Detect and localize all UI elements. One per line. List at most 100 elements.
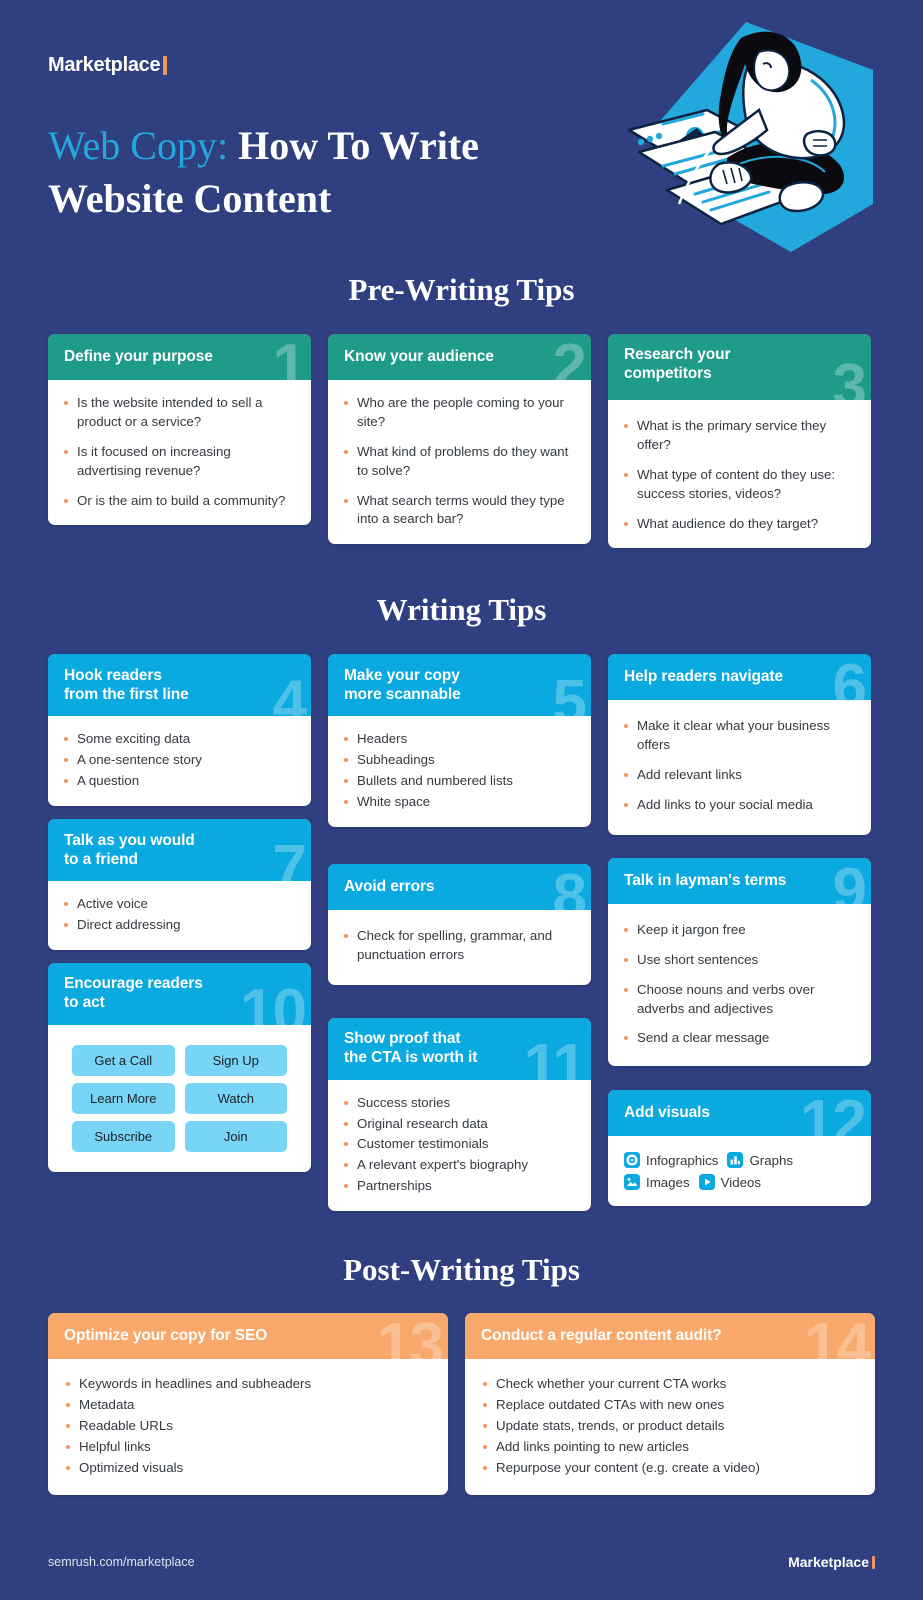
tip-card-14-body: Check whether your current CTA works Rep… — [465, 1359, 875, 1495]
play-video-icon — [698, 1174, 715, 1191]
tip-card-14-list: Check whether your current CTA works Rep… — [483, 1375, 857, 1477]
tip-card-5-title: Make your copy more scannable — [344, 666, 461, 703]
tip-card-10[interactable]: Encourage readers to act 10 Get a Call S… — [48, 962, 311, 1172]
list-item: Metadata — [66, 1396, 430, 1415]
tip-card-6-body: Make it clear what your business offers … — [608, 700, 871, 835]
tip-card-4-list: Some exciting data A one-sentence story … — [64, 730, 295, 791]
tip-card-8-body: Check for spelling, grammar, and punctua… — [328, 910, 591, 985]
visual-graphs: Graphs — [727, 1152, 794, 1169]
tip-card-3-body: What is the primary service they offer? … — [608, 400, 871, 548]
tip-card-9-list: Keep it jargon free Use short sentences … — [624, 921, 855, 1048]
list-item: White space — [344, 793, 575, 812]
tip-card-7-body: Active voice Direct addressing — [48, 881, 311, 950]
tip-card-6-header: Help readers navigate 6 — [608, 654, 871, 718]
cta-get-a-call-button[interactable]: Get a Call — [72, 1044, 175, 1076]
visual-videos-label: Videos — [720, 1174, 762, 1190]
list-item: Check for spelling, grammar, and punctua… — [344, 927, 575, 965]
tip-card-11-list: Success stories Original research data C… — [344, 1094, 575, 1196]
tip-card-9[interactable]: Talk in layman's terms 9 Keep it jargon … — [608, 857, 871, 1067]
visual-videos: Videos — [698, 1174, 762, 1191]
footer-brand-accent-bar — [872, 1555, 875, 1569]
footer: semrush.com/marketplace Marketplace — [0, 1554, 923, 1570]
tip-card-3[interactable]: Research your competitors 3 What is the … — [608, 334, 871, 549]
tip-card-3-list: What is the primary service they offer? … — [624, 417, 855, 533]
tip-card-12-body: Infographics Graphs Images Videos — [608, 1136, 871, 1206]
tip-card-6-list: Make it clear what your business offers … — [624, 717, 855, 815]
tip-card-1-header: Define your purpose 1 — [48, 334, 311, 398]
footer-brand-logo: Marketplace — [788, 1554, 875, 1570]
tip-card-14[interactable]: Conduct a regular content audit? 14 Chec… — [465, 1313, 875, 1496]
tip-card-6[interactable]: Help readers navigate 6 Make it clear wh… — [608, 654, 871, 835]
tip-card-2-list: Who are the people coming to your site? … — [344, 394, 575, 529]
cta-join-button[interactable]: Join — [184, 1120, 287, 1152]
tip-card-8[interactable]: Avoid errors 8 Check for spelling, gramm… — [328, 863, 591, 985]
list-item: Check whether your current CTA works — [483, 1375, 857, 1394]
donut-chart-icon — [624, 1152, 640, 1169]
tip-card-11-header: Show proof that the CTA is worth it 11 — [328, 1017, 591, 1097]
list-item: Or is the aim to build a community? — [64, 492, 295, 511]
list-item: Partnerships — [344, 1177, 575, 1196]
list-item: Add links to your social media — [624, 796, 855, 815]
list-item: A one-sentence story — [64, 751, 295, 770]
brand-accent-bar — [163, 56, 168, 75]
tip-card-2-body: Who are the people coming to your site? … — [328, 380, 591, 544]
tip-card-4-header: Hook readers from the first line 4 — [48, 654, 311, 734]
header: Marketplace Web Copy: How To Write Websi… — [0, 0, 923, 272]
tip-card-13-title: Optimize your copy for SEO — [64, 1327, 268, 1345]
tip-card-12[interactable]: Add visuals 12 Infographics Graphs Image… — [608, 1090, 871, 1207]
list-item: What is the primary service they offer? — [624, 417, 855, 455]
tip-card-1[interactable]: Define your purpose 1 Is the website int… — [48, 334, 311, 526]
list-item: A question — [64, 772, 295, 791]
tip-card-8-title: Avoid errors — [344, 877, 435, 895]
list-item: Helpful links — [66, 1438, 430, 1457]
cta-sign-up-button[interactable]: Sign Up — [184, 1044, 287, 1076]
cta-watch-button[interactable]: Watch — [184, 1082, 287, 1114]
tip-card-13[interactable]: Optimize your copy for SEO 13 Keywords i… — [48, 1313, 448, 1496]
list-item: Update stats, trends, or product details — [483, 1417, 857, 1436]
tip-card-6-title: Help readers navigate — [624, 668, 784, 686]
brand-logo-text: Marketplace — [48, 54, 161, 76]
tip-card-12-header: Add visuals 12 — [608, 1090, 871, 1154]
cta-button-grid: Get a Call Sign Up Learn More Watch Subs… — [70, 1041, 289, 1154]
list-item: Who are the people coming to your site? — [344, 394, 575, 432]
page-title: Web Copy: How To Write Website Content — [48, 120, 588, 226]
tip-card-14-header: Conduct a regular content audit? 14 — [465, 1313, 875, 1377]
list-item: Original research data — [344, 1115, 575, 1134]
tip-card-8-header: Avoid errors 8 — [328, 863, 591, 927]
list-item: Keep it jargon free — [624, 921, 855, 940]
tip-card-9-body: Keep it jargon free Use short sentences … — [608, 904, 871, 1066]
tip-card-4[interactable]: Hook readers from the first line 4 Some … — [48, 654, 311, 806]
list-item: Bullets and numbered lists — [344, 772, 575, 791]
list-item: Optimized visuals — [66, 1459, 430, 1478]
list-item: What kind of problems do they want to so… — [344, 443, 575, 481]
list-item: Repurpose your content (e.g. create a vi… — [483, 1459, 857, 1478]
visual-graphs-label: Graphs — [749, 1152, 794, 1168]
tip-card-7-list: Active voice Direct addressing — [64, 895, 295, 935]
list-item: Some exciting data — [64, 730, 295, 749]
tip-card-7[interactable]: Talk as you would to a friend 7 Active v… — [48, 819, 311, 950]
cta-learn-more-button[interactable]: Learn More — [72, 1082, 175, 1114]
bar-chart-icon — [727, 1152, 744, 1169]
tip-card-3-header: Research your competitors 3 — [608, 334, 871, 418]
tip-card-1-body: Is the website intended to sell a produc… — [48, 380, 311, 525]
tip-card-11-body: Success stories Original research data C… — [328, 1080, 591, 1211]
list-item: Use short sentences — [624, 951, 855, 970]
tip-card-5[interactable]: Make your copy more scannable 5 Headers … — [328, 654, 591, 827]
list-item: Is it focused on increasing advertising … — [64, 443, 295, 481]
list-item: Add relevant links — [624, 766, 855, 785]
cta-subscribe-button[interactable]: Subscribe — [72, 1120, 175, 1152]
list-item: What type of content do they use: succes… — [624, 466, 855, 504]
visual-images: Images — [624, 1174, 690, 1191]
tip-card-11[interactable]: Show proof that the CTA is worth it 11 S… — [328, 1017, 591, 1211]
footer-url[interactable]: semrush.com/marketplace — [48, 1555, 195, 1569]
visual-infographics-label: Infographics — [646, 1152, 719, 1168]
tip-card-4-title: Hook readers from the first line — [64, 666, 189, 703]
tip-card-4-body: Some exciting data A one-sentence story … — [48, 716, 311, 806]
tip-card-2[interactable]: Know your audience 2 Who are the people … — [328, 334, 591, 545]
tip-card-11-title: Show proof that the CTA is worth it — [344, 1030, 478, 1067]
tip-card-1-list: Is the website intended to sell a produc… — [64, 394, 295, 510]
tip-card-7-title: Talk as you would to a friend — [64, 831, 195, 868]
tip-card-8-list: Check for spelling, grammar, and punctua… — [344, 927, 575, 965]
list-item: Readable URLs — [66, 1417, 430, 1436]
list-item: Keywords in headlines and subheaders — [66, 1375, 430, 1394]
